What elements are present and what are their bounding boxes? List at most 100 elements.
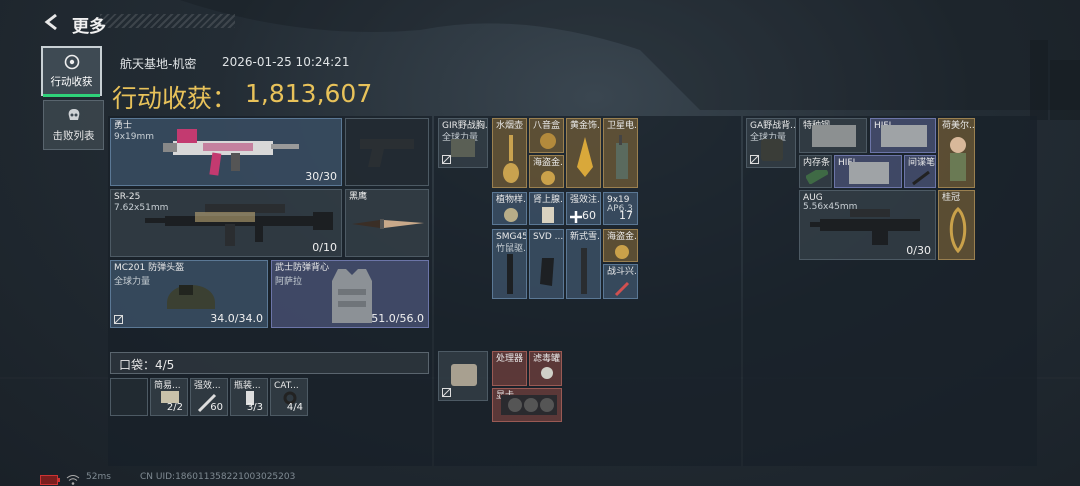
item-name: 八音盒 <box>533 121 561 131</box>
sample-icon <box>504 208 518 222</box>
ping-value: 52ms <box>86 472 111 482</box>
pouch-item-gas-filter[interactable]: 滤毒罐 <box>529 351 562 386</box>
pistol-silhouette-icon <box>360 139 414 167</box>
bp-item-aug[interactable]: AUG 5.56x45mm 0/30 <box>799 190 936 260</box>
bp-item-spy-pen[interactable]: 间谍笔 <box>904 155 936 188</box>
armor-slot[interactable]: 武士防弹背心 阿萨拉 51.0/56.0 <box>271 260 429 328</box>
item-name: 处理器 <box>496 354 524 364</box>
ammo-count: 0/30 <box>906 244 931 257</box>
title-stripe-decoration <box>100 14 235 28</box>
primary-weapon-slot[interactable]: 勇士 9x19mm 30/30 <box>110 118 342 186</box>
battery-icon <box>40 475 60 485</box>
rig-item-smg-magazine[interactable]: SMG45 竹鼠驱... <box>492 229 527 299</box>
gold-jewelry-icon <box>577 137 593 177</box>
harvest-value: 1,813,607 <box>245 79 373 108</box>
backpack-icon <box>761 139 783 161</box>
item-name: CAT... <box>274 381 299 391</box>
tab-label: 击败列表 <box>52 129 95 142</box>
secure-mark-icon <box>750 155 759 164</box>
coin-icon <box>615 245 629 259</box>
pocket-item-4[interactable]: CAT... 4/4 <box>270 378 308 416</box>
secure-mark-icon <box>442 388 451 397</box>
rig-item-strong-injection[interactable]: 强效注... 60 <box>566 192 601 225</box>
rig-item-adrenaline[interactable]: 肾上腺... <box>529 192 564 225</box>
item-sub: 竹鼠驱... <box>496 244 526 254</box>
active-tab-indicator <box>43 94 100 97</box>
helmet-icon <box>167 285 215 309</box>
rig-item-svd-magazine[interactable]: SVD ... <box>529 229 564 299</box>
back-arrow-icon[interactable] <box>42 12 62 32</box>
pouch-item-gpu[interactable]: 显卡 <box>492 388 562 422</box>
item-sub: 全球力量 <box>114 277 151 287</box>
rig-item-satellite-phone[interactable]: 卫星电... <box>603 118 638 188</box>
item-name: 瓶装... <box>234 381 261 391</box>
item-count: 60 <box>582 209 596 222</box>
tab-action-harvest[interactable]: 行动收获 <box>41 46 102 97</box>
backpack-slot[interactable]: GA野战背... 全球力量 <box>746 118 796 168</box>
item-caliber: 9x19mm <box>114 132 155 142</box>
bp-item-hifi-1[interactable]: HIFI... <box>870 118 936 153</box>
stim-icon <box>614 281 630 297</box>
pocket-item-1[interactable]: 简易... 2/2 <box>150 378 188 416</box>
bp-item-laurel[interactable]: 桂冠 <box>938 190 975 260</box>
bp-item-memory[interactable]: 内存条 <box>799 155 832 188</box>
steel-plate-icon <box>812 125 856 147</box>
sidearm-slot[interactable] <box>345 118 429 186</box>
memory-stick-icon <box>806 170 828 184</box>
melee-slot[interactable]: 黑鹰 <box>345 189 429 257</box>
satellite-phone-icon <box>616 135 628 179</box>
item-name: 武士防弹背心 <box>275 263 330 273</box>
item-name: SR-25 <box>114 192 141 202</box>
item-count: 3/3 <box>246 402 263 413</box>
item-count: 4/4 <box>286 402 303 413</box>
rig-item-combat-stim[interactable]: 战斗兴... <box>603 264 638 299</box>
item-name: 强效... <box>194 381 221 391</box>
rig-item-music-box[interactable]: 八音盒 <box>529 118 564 153</box>
cigar-icon <box>581 248 587 294</box>
target-icon <box>64 54 79 69</box>
pouch-icon <box>451 364 477 386</box>
pouch-item-cpu[interactable]: 处理器 <box>492 351 527 386</box>
filter-icon <box>541 367 553 379</box>
aug-rifle-icon <box>810 209 920 245</box>
item-name: 植物样... <box>496 195 526 205</box>
pocket-item-2[interactable]: 强效... 60 <box>190 378 228 416</box>
tab-kill-list[interactable]: 击败列表 <box>43 100 104 150</box>
hifi-device-icon <box>849 162 889 184</box>
chest-rig-slot[interactable]: GIR野战胸... 全球力量 <box>438 118 488 168</box>
secondary-weapon-slot[interactable]: SR-25 7.62x51mm 0/10 <box>110 189 342 257</box>
user-uid: CN UID:1860113582210030252​03 <box>140 472 296 482</box>
item-name: 海盗金... <box>533 158 563 168</box>
item-name: 荷美尔... <box>942 121 975 131</box>
hifi-device-icon <box>881 125 927 147</box>
rig-item-pirate-coin[interactable]: 海盗金... <box>529 155 564 188</box>
bp-item-hummel[interactable]: 荷美尔... <box>938 118 975 188</box>
figurine-icon <box>950 137 966 181</box>
item-name: 简易... <box>154 381 181 391</box>
item-name: 战斗兴... <box>607 267 637 277</box>
bp-item-special-steel[interactable]: 特种钢 <box>799 118 867 153</box>
rig-item-plant-sample[interactable]: 植物样... <box>492 192 527 225</box>
magazine-icon <box>507 254 513 294</box>
rig-item-gold-jewelry[interactable]: 黄金饰... <box>566 118 601 188</box>
item-name: 新式雪... <box>570 232 600 242</box>
pocket-item-3[interactable]: 瓶装... 3/3 <box>230 378 268 416</box>
bp-item-hifi-2[interactable]: HIFI... <box>834 155 902 188</box>
safe-pouch-slot[interactable] <box>438 351 488 401</box>
coin-icon <box>541 171 555 185</box>
adrenaline-icon <box>542 207 554 223</box>
secure-mark-icon <box>114 315 123 324</box>
pocket-empty-slot[interactable] <box>110 378 148 416</box>
rig-item-ammo-9x19[interactable]: 9x19 AP6.3 17 <box>603 192 638 225</box>
rig-item-pirate-coin-2[interactable]: 海盗金... <box>603 229 638 262</box>
rig-item-new-snow[interactable]: 新式雪... <box>566 229 601 299</box>
timestamp: 2026-01-25 10:24:21 <box>222 55 350 69</box>
rig-item-hookah[interactable]: 水烟壶 <box>492 118 527 188</box>
injector-icon <box>570 211 582 223</box>
laurel-crown-icon <box>949 207 967 253</box>
helmet-slot[interactable]: MC201 防弹头盔 全球力量 34.0/34.0 <box>110 260 268 328</box>
item-name: 滤毒罐 <box>533 354 561 364</box>
wifi-icon <box>66 475 80 485</box>
item-count: 2/2 <box>166 402 183 413</box>
item-name: 黄金饰... <box>570 121 600 131</box>
